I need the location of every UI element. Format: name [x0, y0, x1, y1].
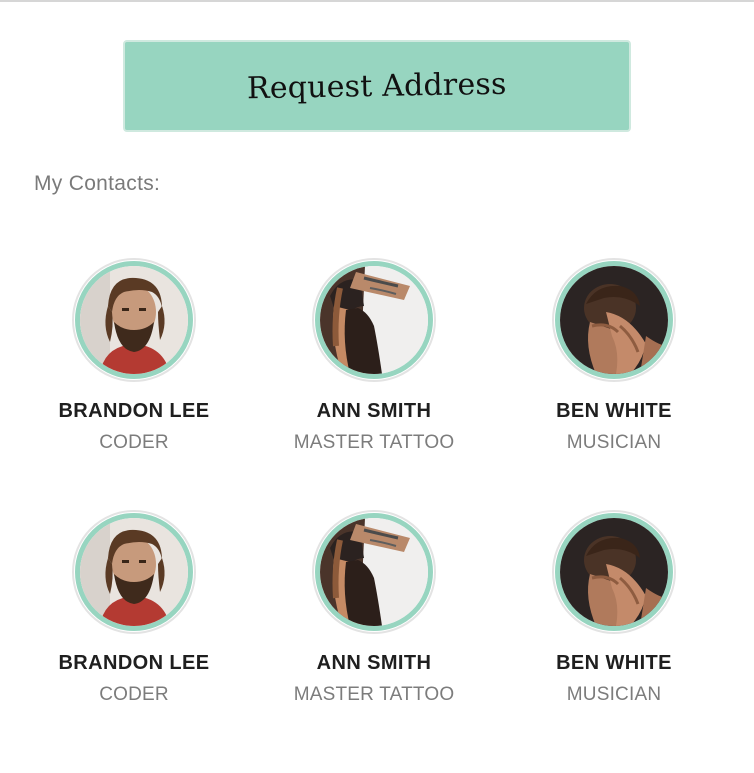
avatar[interactable]	[72, 510, 196, 634]
contact-role: MUSICIAN	[566, 684, 662, 705]
avatar[interactable]	[312, 258, 436, 382]
bearded-man-avatar-image	[80, 266, 188, 374]
contact-name: ANN SMITH	[316, 652, 432, 674]
contact-name: BEN WHITE	[556, 652, 672, 674]
contact-name: BEN WHITE	[556, 400, 672, 422]
tattooed-woman-avatar-image	[320, 518, 428, 626]
contact-card-brandon-lee[interactable]: BRANDON LEE CODER	[14, 510, 254, 706]
contact-role: MASTER TATTOO	[293, 684, 455, 705]
contact-role: CODER	[99, 684, 169, 705]
avatar[interactable]	[552, 258, 676, 382]
avatar[interactable]	[72, 258, 196, 382]
request-address-button[interactable]: Request Address	[123, 40, 631, 132]
my-contacts-heading: My Contacts:	[34, 172, 161, 195]
contact-card-brandon-lee[interactable]: BRANDON LEE CODER	[14, 258, 254, 454]
avatar[interactable]	[552, 510, 676, 634]
contact-name: BRANDON LEE	[58, 652, 210, 674]
contact-card-ben-white[interactable]: BEN WHITE MUSICIAN	[494, 510, 734, 706]
bearded-man-avatar-image	[80, 518, 188, 626]
man-face-in-hands-avatar-image	[560, 266, 668, 374]
contact-name: ANN SMITH	[316, 400, 432, 422]
contact-card-ben-white[interactable]: BEN WHITE MUSICIAN	[494, 258, 734, 454]
top-divider	[0, 0, 754, 2]
contact-name: BRANDON LEE	[58, 400, 210, 422]
man-face-in-hands-avatar-image	[560, 518, 668, 626]
tattooed-woman-avatar-image	[320, 266, 428, 374]
contact-card-ann-smith[interactable]: ANN SMITH MASTER TATTOO	[254, 510, 494, 706]
contact-role: CODER	[99, 432, 169, 453]
avatar[interactable]	[312, 510, 436, 634]
contact-role: MUSICIAN	[566, 432, 662, 453]
contact-role: MASTER TATTOO	[293, 432, 455, 453]
request-address-label: Request Address	[246, 66, 508, 106]
contact-card-ann-smith[interactable]: ANN SMITH MASTER TATTOO	[254, 258, 494, 454]
